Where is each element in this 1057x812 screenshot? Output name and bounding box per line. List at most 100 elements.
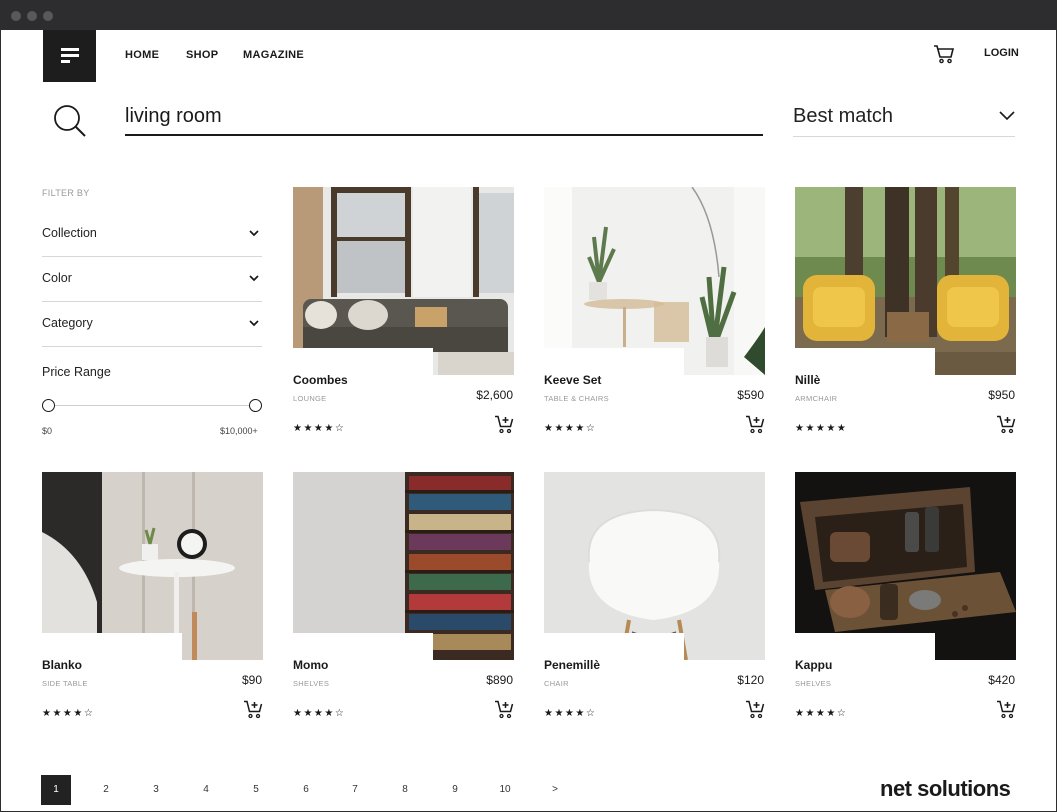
nav-magazine[interactable]: MAGAZINE — [243, 49, 304, 61]
product-card[interactable]: Penemillè CHAIR $120 ★★★★☆ — [544, 472, 765, 722]
page-3[interactable]: 3 — [141, 775, 171, 805]
product-rating: ★★★★☆ — [42, 708, 95, 719]
image-notch — [544, 633, 684, 660]
product-name[interactable]: Kappu — [795, 658, 832, 672]
price-slider-track[interactable] — [48, 405, 256, 406]
image-notch — [795, 348, 935, 375]
chevron-down-icon — [249, 275, 259, 282]
filter-collection[interactable]: Collection — [42, 212, 262, 257]
filter-label: Color — [42, 271, 72, 285]
nav-home[interactable]: HOME — [125, 49, 159, 61]
add-to-cart-icon[interactable] — [745, 700, 765, 719]
image-notch — [293, 348, 433, 375]
page-5[interactable]: 5 — [241, 775, 271, 805]
product-price: $90 — [241, 673, 262, 687]
product-price: $590 — [737, 388, 764, 402]
product-price: $890 — [486, 673, 513, 687]
product-category: LOUNGE — [293, 394, 327, 403]
image-notch — [42, 633, 182, 660]
window-close-dot[interactable] — [11, 11, 21, 21]
page-2[interactable]: 2 — [91, 775, 121, 805]
product-category: ARMCHAIR — [795, 394, 838, 403]
product-category: TABLE & CHAIRS — [544, 394, 609, 403]
product-card[interactable]: Blanko SIDE TABLE $90 ★★★★☆ — [42, 472, 263, 722]
menu-logo-icon[interactable] — [43, 30, 96, 82]
filter-heading: FILTER BY — [42, 188, 90, 198]
chevron-down-icon — [999, 111, 1015, 121]
page-9[interactable]: 9 — [440, 775, 470, 805]
product-category: SIDE TABLE — [42, 679, 88, 688]
page-1[interactable]: 1 — [41, 775, 71, 805]
add-to-cart-icon[interactable] — [243, 700, 263, 719]
filter-category[interactable]: Category — [42, 302, 262, 347]
price-slider-max-handle[interactable] — [249, 399, 262, 412]
nav-shop[interactable]: SHOP — [186, 49, 218, 61]
product-name[interactable]: Nillè — [795, 373, 820, 387]
price-min-value: $0 — [42, 426, 53, 436]
login-link[interactable]: LOGIN — [984, 47, 1019, 59]
search-icon[interactable] — [53, 104, 87, 138]
product-card[interactable]: Nillè ARMCHAIR $950 ★★★★★ — [795, 187, 1016, 437]
window-minimize-dot[interactable] — [27, 11, 37, 21]
add-to-cart-icon[interactable] — [745, 415, 765, 434]
window-maximize-dot[interactable] — [43, 11, 53, 21]
product-name[interactable]: Penemillè — [544, 658, 600, 672]
page-6[interactable]: 6 — [291, 775, 321, 805]
add-to-cart-icon[interactable] — [494, 700, 514, 719]
product-card[interactable]: Kappu SHELVES $420 ★★★★☆ — [795, 472, 1016, 722]
image-notch — [795, 633, 935, 660]
product-price: $420 — [988, 673, 1015, 687]
product-price: $2,600 — [476, 388, 513, 402]
product-price: $120 — [737, 673, 764, 687]
product-name[interactable]: Blanko — [42, 658, 82, 672]
price-slider-min-handle[interactable] — [42, 399, 55, 412]
image-notch — [544, 348, 684, 375]
product-rating: ★★★★★ — [795, 423, 848, 434]
sort-label: Best match — [793, 105, 894, 127]
product-rating: ★★★★☆ — [293, 708, 346, 719]
page-4[interactable]: 4 — [191, 775, 221, 805]
add-to-cart-icon[interactable] — [996, 415, 1016, 434]
page-8[interactable]: 8 — [390, 775, 420, 805]
browser-chrome — [0, 0, 1057, 30]
product-price: $950 — [988, 388, 1015, 402]
image-notch — [293, 633, 433, 660]
product-image[interactable] — [293, 472, 514, 660]
sort-dropdown[interactable]: Best match — [793, 100, 1015, 137]
product-image[interactable] — [795, 472, 1016, 660]
product-card[interactable]: Keeve Set TABLE & CHAIRS $590 ★★★★☆ — [544, 187, 765, 437]
chevron-down-icon — [249, 230, 259, 237]
product-rating: ★★★★☆ — [293, 423, 346, 434]
page-10[interactable]: 10 — [490, 775, 520, 805]
product-name[interactable]: Momo — [293, 658, 328, 672]
page-7[interactable]: 7 — [340, 775, 370, 805]
next-page-button[interactable]: > — [540, 775, 570, 805]
product-rating: ★★★★☆ — [544, 708, 597, 719]
cart-icon[interactable] — [933, 44, 955, 64]
product-image[interactable] — [544, 472, 765, 660]
page: HOME SHOP MAGAZINE LOGIN Best match FILT… — [1, 30, 1056, 811]
chevron-down-icon — [249, 320, 259, 327]
product-category: CHAIR — [544, 679, 569, 688]
product-card[interactable]: Momo SHELVES $890 ★★★★☆ — [293, 472, 514, 722]
product-rating: ★★★★☆ — [795, 708, 848, 719]
brand-logo: net solutions — [880, 776, 1011, 801]
filter-label: Category — [42, 316, 93, 330]
product-card[interactable]: Coombes LOUNGE $2,600 ★★★★☆ — [293, 187, 514, 437]
product-image[interactable] — [795, 187, 1016, 375]
search-input[interactable] — [125, 98, 763, 136]
filter-label: Collection — [42, 226, 97, 240]
add-to-cart-icon[interactable] — [494, 415, 514, 434]
product-image[interactable] — [42, 472, 263, 660]
product-rating: ★★★★☆ — [544, 423, 597, 434]
price-max-value: $10,000+ — [220, 426, 258, 436]
product-category: SHELVES — [293, 679, 330, 688]
filter-color[interactable]: Color — [42, 257, 262, 302]
add-to-cart-icon[interactable] — [996, 700, 1016, 719]
price-range-label: Price Range — [42, 365, 111, 379]
product-name[interactable]: Keeve Set — [544, 373, 601, 387]
product-category: SHELVES — [795, 679, 832, 688]
product-image[interactable] — [544, 187, 765, 375]
product-name[interactable]: Coombes — [293, 373, 348, 387]
product-image[interactable] — [293, 187, 514, 375]
